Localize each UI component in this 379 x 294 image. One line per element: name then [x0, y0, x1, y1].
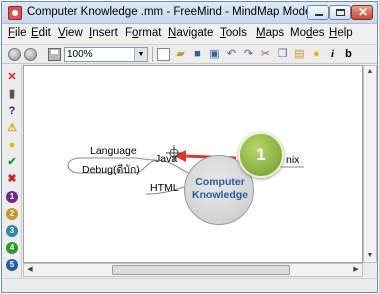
menu-insert[interactable]: Insert — [89, 27, 118, 39]
priority-3-icon[interactable]: 3 — [6, 225, 18, 237]
menu-maps[interactable]: Maps — [256, 27, 284, 39]
new-map-icon[interactable] — [157, 48, 170, 61]
trash-icon[interactable]: ▮ — [6, 88, 18, 100]
menu-modes[interactable]: Modes — [290, 27, 325, 39]
priority-1-icon[interactable]: 1 — [6, 191, 18, 203]
root-node-label: Computer Knowledge — [185, 176, 255, 202]
priority-5-icon[interactable]: 5 — [6, 259, 18, 271]
question-icon[interactable]: ? — [6, 105, 18, 117]
minimize-icon — [315, 14, 323, 16]
title-bar[interactable]: Computer Knowledge .mm - FreeMind - Mind… — [2, 2, 377, 24]
close-button[interactable]: ✕ — [351, 5, 373, 20]
italic-button[interactable]: i — [326, 48, 339, 61]
zoom-select[interactable]: 100% ▼ — [64, 47, 148, 62]
node-html[interactable]: HTML — [150, 182, 179, 194]
redo-icon[interactable]: ↷ — [242, 48, 255, 61]
vertical-scrollbar[interactable]: ▲ ▼ — [363, 65, 377, 263]
chevron-down-icon[interactable]: ▼ — [134, 48, 147, 61]
back-button[interactable] — [8, 48, 21, 61]
scroll-down-icon[interactable]: ▼ — [364, 250, 376, 262]
cut-icon[interactable]: ✂ — [259, 48, 272, 61]
minimize-button[interactable] — [307, 5, 329, 20]
ok-icon[interactable]: ✔ — [6, 156, 18, 168]
scroll-corner — [363, 263, 377, 277]
freemind-app-icon — [8, 6, 22, 20]
close-icon: ✕ — [358, 5, 369, 19]
zoom-value: 100% — [67, 49, 93, 60]
scroll-up-icon[interactable]: ▲ — [364, 66, 376, 78]
main-toolbar: 100% ▼ ▰ ■ ▣ ↶ ↷ ✂ ❐ ▤ ● i b — [2, 44, 377, 64]
horizontal-scroll-thumb[interactable] — [112, 265, 290, 275]
root-label-line2: Knowledge — [191, 189, 248, 201]
step-callout-badge: 1 — [238, 132, 284, 178]
menu-file[interactable]: File — [8, 27, 27, 39]
forward-button[interactable] — [24, 48, 37, 61]
node-java[interactable]: Java — [155, 153, 177, 165]
menu-edit[interactable]: Edit — [31, 27, 51, 39]
priority-4-icon[interactable]: 4 — [6, 242, 18, 254]
freemind-window: Computer Knowledge .mm - FreeMind - Mind… — [1, 1, 378, 293]
bold-button[interactable]: b — [342, 48, 355, 61]
scroll-left-icon[interactable]: ◀ — [24, 264, 36, 276]
open-icon[interactable]: ▰ — [174, 48, 187, 61]
root-label-line1: Computer — [195, 176, 245, 188]
node-unix[interactable]: nix — [286, 154, 299, 166]
menu-format[interactable]: Format — [125, 27, 161, 39]
copy-icon[interactable]: ❐ — [276, 48, 289, 61]
mindmap-canvas[interactable]: Language Debug(ดีบัก) Java HTML nix Comp… — [23, 65, 363, 263]
horizontal-scrollbar[interactable]: ◀ ▶ — [23, 263, 363, 277]
menu-help[interactable]: Help — [329, 27, 353, 39]
not-ok-icon[interactable]: ✖ — [6, 173, 18, 185]
idea-icon[interactable]: ● — [310, 48, 323, 61]
save-as-icon[interactable]: ▣ — [208, 48, 221, 61]
maximize-button[interactable] — [329, 5, 351, 20]
menu-navigate[interactable]: Navigate — [168, 27, 213, 39]
toolbar-separator — [152, 47, 153, 62]
menu-tools[interactable]: Tools — [220, 27, 247, 39]
maximize-icon — [336, 9, 345, 16]
status-bar — [2, 278, 377, 292]
node-language[interactable]: Language — [90, 145, 137, 157]
save-icon[interactable]: ■ — [191, 48, 204, 61]
icon-sidebar: ✕ ▮ ? ⚠ ● ✔ ✖ 1 2 3 4 5 — [2, 65, 22, 285]
menu-view[interactable]: View — [58, 27, 83, 39]
undo-icon[interactable]: ↶ — [225, 48, 238, 61]
window-title: Computer Knowledge .mm - FreeMind - Mind… — [27, 6, 312, 18]
node-debug[interactable]: Debug(ดีบัก) — [82, 161, 140, 178]
paste-icon[interactable]: ▤ — [293, 48, 306, 61]
idea-icon[interactable]: ● — [6, 139, 18, 151]
priority-2-icon[interactable]: 2 — [6, 208, 18, 220]
menu-bar: File Edit View Insert Format Navigate To… — [2, 25, 377, 43]
print-icon[interactable] — [48, 48, 61, 61]
warning-icon[interactable]: ⚠ — [6, 122, 18, 134]
scroll-right-icon[interactable]: ▶ — [350, 264, 362, 276]
remove-last-icon[interactable]: ✕ — [6, 71, 18, 83]
